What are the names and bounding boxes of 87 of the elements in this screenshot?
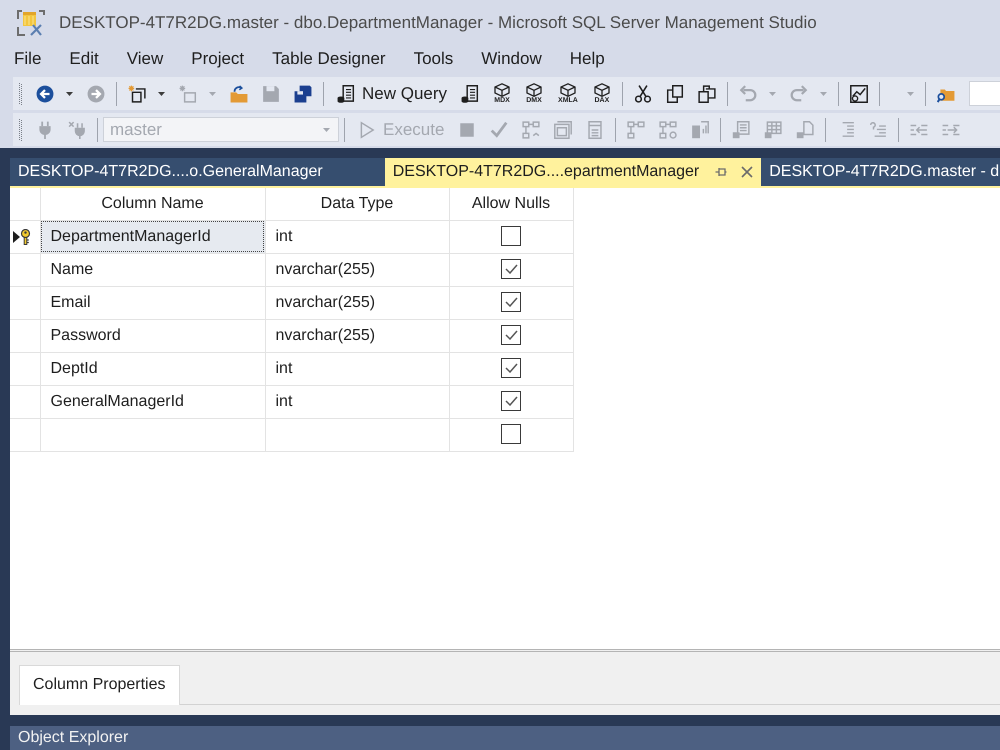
checkmark-icon	[504, 330, 518, 340]
checkmark-icon	[504, 297, 518, 308]
add-item-icon	[179, 84, 197, 102]
save-icon	[262, 84, 280, 102]
open-folder-icon	[230, 84, 248, 102]
close-icon[interactable]	[741, 166, 754, 178]
window-title: DESKTOP-4T7R2DG.master - dbo.DepartmentManager - Microsoft SQL Server Management Studio	[59, 12, 817, 34]
menu-item[interactable]: Tools	[400, 45, 468, 73]
table-cell[interactable]: GeneralManagerId	[40, 385, 265, 418]
table-cell[interactable]: int	[265, 220, 449, 253]
cube-icon	[594, 82, 610, 96]
back-icon	[36, 84, 54, 102]
document-tab[interactable]: DESKTOP-4T7R2DG.master - d	[761, 158, 1000, 186]
table-cell[interactable]: nvarchar(255)	[265, 253, 449, 286]
pin-icon[interactable]	[715, 167, 728, 177]
file-icon	[796, 120, 814, 138]
table-cell[interactable]: nvarchar(255)	[265, 286, 449, 319]
column-header: Column Name	[40, 188, 265, 220]
document-tab[interactable]: DESKTOP-4T7R2DG....epartmentManager	[384, 158, 762, 186]
caret-icon	[906, 92, 914, 96]
checkmark-icon	[504, 396, 518, 406]
server-chart-icon	[691, 120, 710, 138]
diagram-icon	[522, 120, 540, 138]
caret-icon	[209, 92, 216, 96]
query-document-icon	[461, 84, 480, 102]
save-all-icon	[294, 84, 312, 102]
checkbox[interactable]	[501, 226, 521, 246]
table-cell[interactable]: int	[265, 385, 449, 418]
panel-title: Object Explorer	[10, 726, 1000, 750]
table-cell[interactable]: int	[265, 352, 449, 385]
caret-icon	[158, 92, 165, 96]
form-icon	[586, 120, 604, 138]
cube-icon	[560, 82, 576, 96]
forward-icon	[87, 84, 105, 102]
grid-icon	[764, 120, 782, 138]
checkbox[interactable]	[501, 325, 521, 346]
document-tab[interactable]: DESKTOP-4T7R2DG....o.GeneralManager	[10, 158, 385, 186]
caret-icon	[323, 128, 330, 132]
cube-icon	[494, 82, 510, 96]
menu-item[interactable]: View	[112, 45, 178, 73]
query-document-icon	[337, 84, 355, 102]
menu-item[interactable]: File	[0, 45, 56, 73]
paste-icon	[698, 84, 716, 102]
menu-item[interactable]: Help	[556, 45, 619, 73]
search-field[interactable]	[968, 81, 1000, 106]
table-cell[interactable]: Password	[40, 319, 265, 352]
checkbox[interactable]	[501, 292, 521, 312]
checkmark-icon	[504, 264, 518, 274]
caret-icon	[820, 92, 827, 96]
copy-icon	[666, 84, 684, 102]
checkbox[interactable]	[501, 259, 521, 280]
new-project-icon	[128, 84, 146, 102]
table-cell[interactable]: nvarchar(255)	[265, 319, 449, 352]
checkbox[interactable]	[501, 358, 521, 378]
column-header: Allow Nulls	[449, 188, 573, 220]
tab[interactable]: Column Properties	[19, 665, 180, 705]
database-tools-icon	[17, 8, 45, 36]
menu-item[interactable]: Edit	[55, 45, 113, 73]
play-icon	[358, 120, 376, 138]
table-cell[interactable]: Email	[40, 286, 265, 319]
checkmark-icon	[504, 363, 518, 374]
caret-icon	[768, 92, 776, 96]
diagram-icon	[659, 120, 678, 138]
cut-icon	[634, 84, 652, 102]
diagram-icon	[627, 120, 646, 138]
column-header: Data Type	[265, 188, 449, 220]
table-cell[interactable]: DeptId	[40, 352, 265, 385]
text-document-icon	[732, 120, 750, 138]
checkbox[interactable]	[501, 424, 521, 444]
undo-icon	[738, 84, 757, 102]
menu-item[interactable]: Table Designer	[258, 45, 400, 73]
menu-item[interactable]: Window	[467, 45, 556, 73]
menu-item[interactable]: Project	[177, 45, 258, 73]
table-cell[interactable]: Name	[40, 253, 265, 286]
cube-icon	[526, 82, 542, 96]
chart-window-icon	[850, 84, 868, 102]
stop-icon	[458, 120, 476, 138]
new-query-button[interactable]: New Query	[329, 80, 454, 108]
window-icon	[554, 120, 572, 138]
row-pointer-icon	[13, 230, 20, 242]
plug-icon	[68, 120, 86, 138]
table-cell[interactable]: DepartmentManagerId	[40, 220, 265, 253]
checkbox[interactable]	[501, 391, 521, 412]
check-icon	[490, 120, 508, 138]
caret-icon	[66, 92, 73, 96]
redo-icon	[790, 84, 808, 102]
uncomment-lines-icon	[869, 120, 888, 138]
